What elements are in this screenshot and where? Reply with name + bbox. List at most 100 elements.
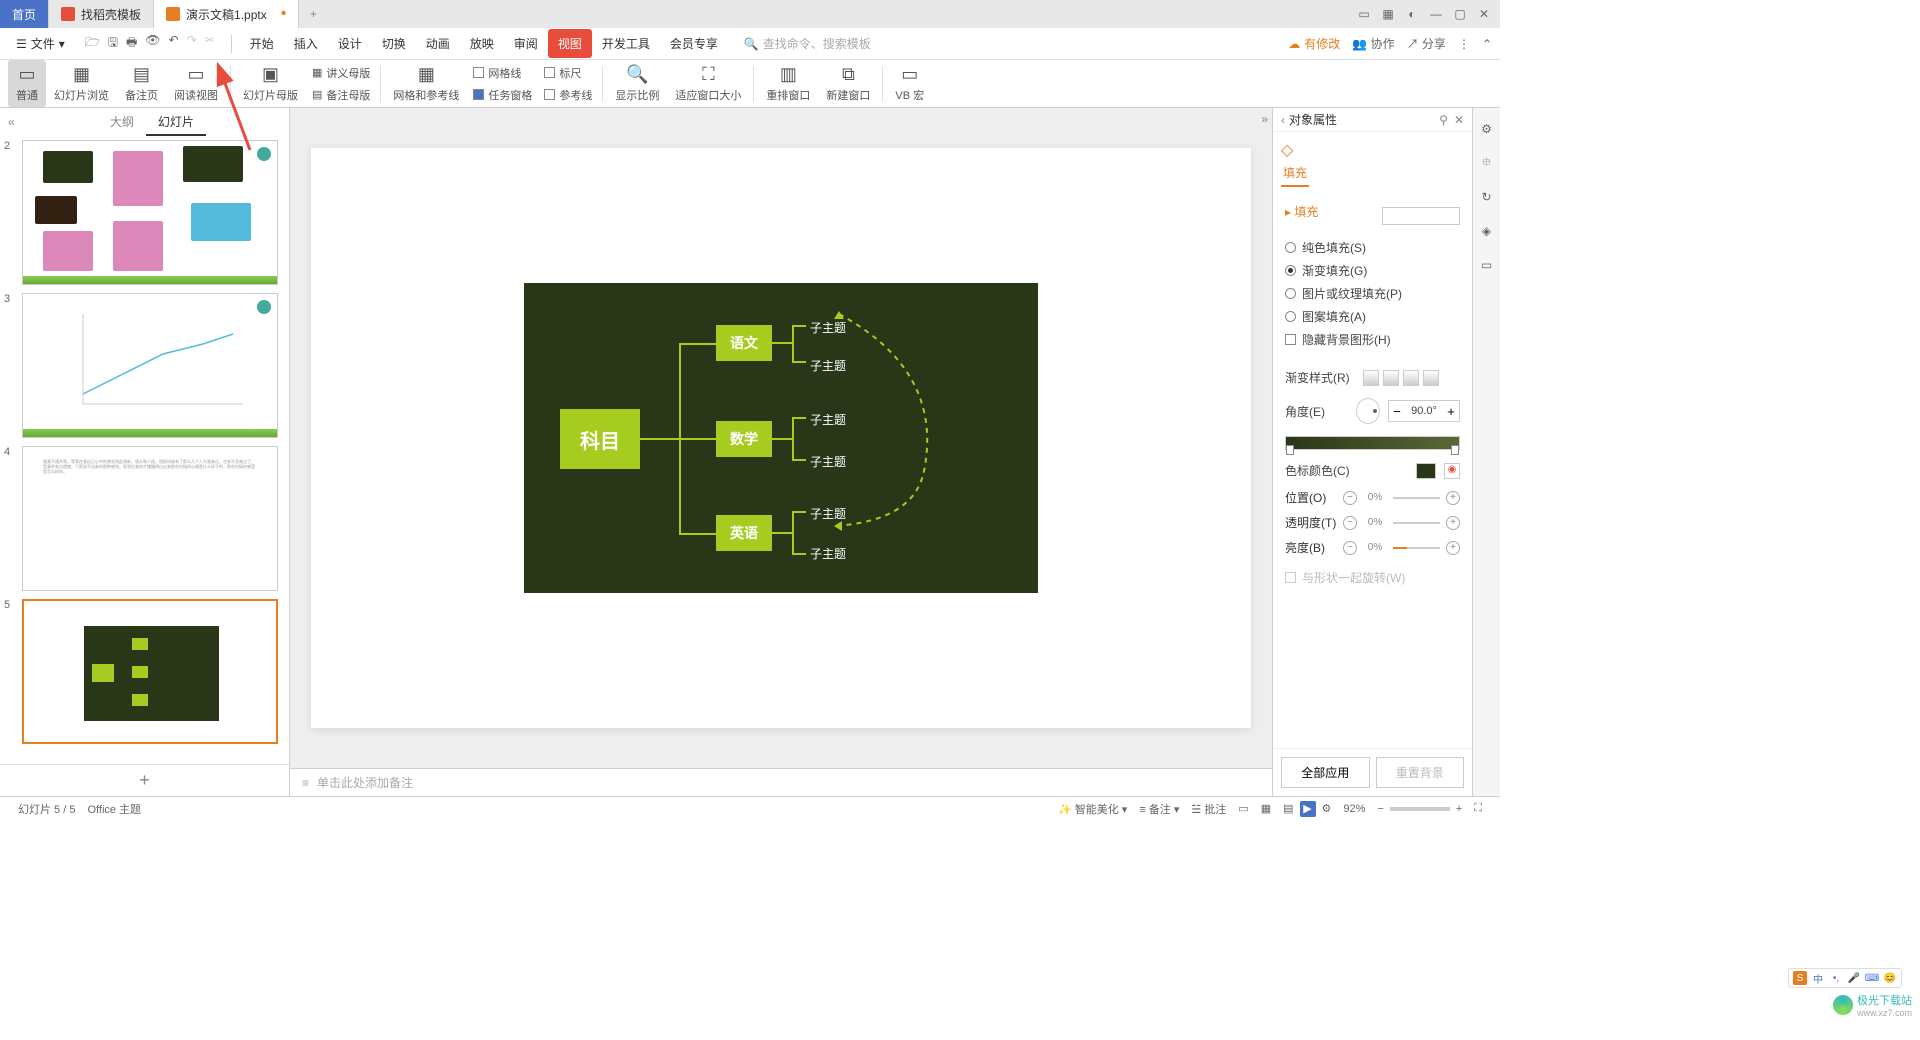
zoom-level[interactable]: 92%	[1337, 803, 1371, 815]
mm-leaf[interactable]: 子主题	[810, 545, 846, 562]
check-taskpane[interactable]: 任务窗格	[467, 85, 538, 105]
view-reading-icon[interactable]: ▤	[1277, 802, 1299, 815]
zoom[interactable]: 🔍显示比例	[607, 64, 667, 103]
more-icon[interactable]: ⋮	[1458, 37, 1470, 51]
tab-design[interactable]: 设计	[328, 29, 372, 58]
close-icon[interactable]: ✕	[1476, 6, 1492, 22]
pin-icon[interactable]: ⚲	[1439, 113, 1448, 127]
chevron-up-icon[interactable]: ⌃	[1482, 37, 1492, 51]
handout-master[interactable]: ▦ 讲义母版	[306, 63, 376, 83]
view-sorter-icon[interactable]: ▦	[1255, 802, 1277, 815]
transparency-row[interactable]: 透明度(T) − 0% +	[1285, 510, 1460, 535]
help-icon[interactable]: ◈	[1478, 222, 1496, 240]
undo-icon[interactable]: ↶	[169, 33, 179, 54]
tab-insert[interactable]: 插入	[284, 29, 328, 58]
grid-guides[interactable]: ▦网格和参考线	[385, 64, 467, 103]
view-browse[interactable]: ▦幻灯片浏览	[46, 64, 117, 103]
gradient-styles[interactable]	[1363, 370, 1439, 386]
vb-macro[interactable]: ▭VB 宏	[887, 64, 932, 103]
radio-solid[interactable]: 纯色填充(S)	[1285, 236, 1460, 259]
tab-vip[interactable]: 会员专享	[660, 29, 728, 58]
gradient-bar[interactable]	[1285, 436, 1460, 450]
fill-preview[interactable]	[1382, 207, 1460, 225]
tab-start[interactable]: 开始	[240, 29, 284, 58]
minimize-icon[interactable]: —	[1428, 6, 1444, 22]
settings-icon[interactable]: ⚙	[1478, 120, 1496, 138]
slide-thumb-4[interactable]: 4 观景不通共常。等等在意自己心中的感觉如此清新，想从和人经。相那时候有了那么几…	[4, 446, 285, 591]
tab-presentation[interactable]: 演示文稿1.pptx •	[154, 0, 299, 28]
tab-slideshow[interactable]: 放映	[460, 29, 504, 58]
radio-gradient[interactable]: 渐变填充(G)	[1285, 259, 1460, 282]
arrange-windows[interactable]: ▥重排窗口	[758, 64, 818, 103]
zoom-in-icon[interactable]: +	[1450, 803, 1468, 815]
notes-master[interactable]: ▤ 备注母版	[306, 85, 376, 105]
play-button[interactable]: ▶	[1300, 801, 1316, 817]
mm-branch-1[interactable]: 语文	[716, 325, 772, 361]
mm-branch-2[interactable]: 数学	[716, 421, 772, 457]
notes-bar[interactable]: ≡ 单击此处添加备注	[290, 768, 1272, 796]
check-gridlines[interactable]: 网格线	[467, 63, 538, 83]
slide-thumb-5[interactable]: 5	[4, 599, 285, 744]
notes-toggle[interactable]: ≡ 备注 ▾	[1133, 801, 1185, 817]
rotate-icon[interactable]: ↻	[1478, 188, 1496, 206]
open-icon[interactable]: 🗁	[85, 33, 100, 54]
redo-icon[interactable]: ↷	[187, 33, 197, 54]
add-slide-button[interactable]: +	[0, 764, 289, 796]
zoom-slider[interactable]	[1390, 807, 1450, 811]
check-hidebg[interactable]: 隐藏背景图形(H)	[1285, 328, 1460, 351]
search-box[interactable]: 🔍 查找命令、搜索模板	[744, 35, 871, 52]
view-notes[interactable]: ▤备注页	[117, 64, 166, 103]
mindmap[interactable]: 科目 语文 数学 英语	[524, 283, 1038, 593]
comments-toggle[interactable]: ☱ 批注	[1185, 801, 1232, 817]
preview-icon[interactable]: 👁	[145, 33, 160, 54]
cut-icon[interactable]: ✂	[205, 33, 215, 54]
angle-spinner[interactable]: −90.0°+	[1388, 400, 1460, 422]
slide-master[interactable]: ▣幻灯片母版	[235, 64, 306, 103]
save-icon[interactable]: 🖫	[108, 33, 118, 54]
select-icon[interactable]: ⯐	[1478, 154, 1496, 172]
mm-branch-3[interactable]: 英语	[716, 515, 772, 551]
new-window[interactable]: ⧉新建窗口	[818, 64, 878, 103]
layout-icon[interactable]: ▭	[1356, 6, 1372, 22]
print-icon[interactable]: 🖶	[126, 33, 137, 54]
view-reading[interactable]: ▭阅读视图	[166, 64, 226, 103]
tab-transition[interactable]: 切换	[372, 29, 416, 58]
coop-button[interactable]: 👥 协作	[1352, 35, 1394, 52]
radio-picture[interactable]: 图片或纹理填充(P)	[1285, 282, 1460, 305]
zoom-icon[interactable]: ⚙	[1316, 802, 1338, 815]
brightness-row[interactable]: 亮度(B) − 0% +	[1285, 535, 1460, 560]
color-swatch[interactable]	[1416, 463, 1436, 479]
apply-all-button[interactable]: 全部应用	[1281, 757, 1370, 788]
tab-outline[interactable]: 大纲	[98, 109, 146, 136]
tab-home[interactable]: 首页	[0, 0, 49, 28]
pending-changes[interactable]: ☁ 有修改	[1288, 35, 1340, 52]
theme-icon[interactable]: ▭	[1478, 256, 1496, 274]
tab-review[interactable]: 审阅	[504, 29, 548, 58]
props-chevron-icon[interactable]: ‹	[1281, 113, 1285, 127]
ime-bar[interactable]: S 中•,🎤⌨😊	[1788, 968, 1902, 988]
tab-devtools[interactable]: 开发工具	[592, 29, 660, 58]
tab-templates[interactable]: 找稻壳模板	[49, 0, 154, 28]
angle-dial[interactable]	[1356, 398, 1380, 424]
eyedropper-icon[interactable]: ◉	[1444, 463, 1460, 479]
zoom-out-icon[interactable]: −	[1371, 803, 1389, 815]
tab-view[interactable]: 视图	[548, 29, 592, 58]
fill-tab[interactable]: 填充	[1281, 160, 1309, 187]
beautify-button[interactable]: ✨ 智能美化 ▾	[1052, 801, 1133, 817]
user-icon[interactable]: ◐	[1404, 6, 1420, 22]
slide-thumb-3[interactable]: 3	[4, 293, 285, 438]
tab-animation[interactable]: 动画	[416, 29, 460, 58]
apps-icon[interactable]: ▦	[1380, 6, 1396, 22]
close-props-icon[interactable]: ✕	[1454, 113, 1464, 127]
check-ruler[interactable]: 标尺	[538, 63, 598, 83]
slide[interactable]: 科目 语文 数学 英语	[311, 148, 1251, 728]
view-normal-icon[interactable]: ▭	[1232, 802, 1254, 815]
fit-icon[interactable]: ⛶	[1468, 802, 1488, 815]
fit-window[interactable]: ⛶适应窗口大小	[667, 64, 749, 103]
slide-canvas[interactable]: 科目 语文 数学 英语	[290, 108, 1272, 768]
maximize-icon[interactable]: ▢	[1452, 6, 1468, 22]
collapse-panel-icon[interactable]: «	[8, 115, 15, 129]
collapse-props-icon[interactable]: »	[1261, 112, 1268, 126]
tab-slides[interactable]: 幻灯片	[146, 109, 206, 136]
check-guides[interactable]: 参考线	[538, 85, 598, 105]
